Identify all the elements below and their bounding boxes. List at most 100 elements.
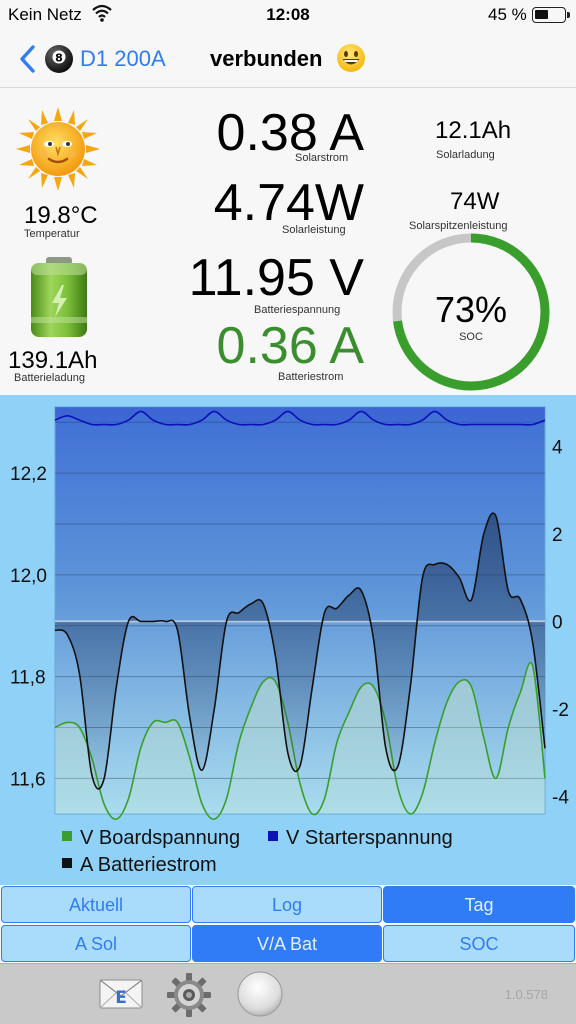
series-batteriestrom-point — [483, 533, 484, 534]
series-batteriestrom-point — [189, 717, 190, 718]
series-starterspannung-point — [483, 424, 484, 425]
view-selector: Aktuell Log Tag A Sol V/A Bat SOC — [0, 885, 576, 963]
tab-a-sol[interactable]: A Sol — [1, 925, 191, 962]
smiley-icon — [336, 43, 366, 78]
series-starterspannung-point — [532, 424, 533, 425]
battery-charge-value: 139.1Ah — [8, 347, 98, 374]
series-starterspannung-point — [471, 424, 472, 425]
series-batteriestrom-point — [348, 595, 349, 596]
series-starterspannung-point — [324, 424, 325, 425]
series-batteriestrom-point — [459, 577, 460, 578]
series-batteriestrom-point — [238, 612, 239, 613]
series-boardspannung-point — [544, 778, 545, 779]
soc-label: SOC — [459, 331, 483, 343]
series-starterspannung-point — [348, 420, 349, 421]
series-starterspannung-point — [446, 420, 447, 421]
left-tick-label: 11,8 — [10, 668, 46, 689]
series-batteriestrom-point — [361, 590, 362, 591]
series-batteriestrom-point — [201, 770, 202, 771]
settings-gear-icon[interactable] — [166, 972, 212, 1023]
device-name-link[interactable]: D1 200A — [80, 46, 166, 72]
battery-voltage-value: 11.95 V — [188, 249, 364, 307]
right-tick-label: 0 — [552, 612, 563, 633]
battery-percent: 45 % — [488, 5, 527, 24]
series-starterspannung-point — [116, 424, 117, 425]
series-boardspannung-point — [446, 701, 447, 702]
navigation-bar: 8 D1 200A verbunden — [0, 30, 576, 88]
right-tick-label: 2 — [552, 525, 563, 546]
series-starterspannung-point — [54, 420, 55, 421]
series-batteriestrom-point — [214, 708, 215, 709]
series-starterspannung-point — [152, 420, 153, 421]
series-boardspannung-point — [226, 798, 227, 799]
series-starterspannung-point — [226, 420, 227, 421]
series-batteriestrom-point — [79, 673, 80, 674]
series-batteriestrom-point — [544, 748, 545, 749]
battery-charge-label: Batterieladung — [14, 372, 85, 384]
app-screen: Kein Netz 12:08 45 % 8 D1 200A verbunden… — [0, 0, 576, 1024]
record-button-icon[interactable] — [236, 970, 284, 1023]
series-batteriestrom-point — [128, 621, 129, 622]
series-boardspannung-point — [263, 681, 264, 682]
series-boardspannung-point — [177, 722, 178, 723]
chart-svg: 12,2 12,0 11,8 11,6 4 2 0 -2 -4 V Boardspannung… — [10, 406, 569, 876]
right-tick-label: 4 — [552, 437, 563, 458]
solar-charge-label: Solarladung — [436, 149, 495, 161]
series-batteriestrom-point — [275, 656, 276, 657]
app-version: 1.0.578 — [504, 987, 548, 1002]
svg-text:E: E — [115, 988, 127, 1008]
battery-voltage-label: Batteriespannung — [254, 304, 341, 316]
series-boardspannung-point — [275, 681, 276, 682]
series-batteriestrom-point — [165, 621, 166, 622]
sun-icon — [16, 107, 100, 196]
series-starterspannung-point — [201, 420, 202, 421]
series-boardspannung-point — [67, 722, 68, 723]
series-boardspannung-point — [312, 813, 313, 814]
series-batteriestrom-point — [410, 686, 411, 687]
temperature-label: Temperatur — [24, 228, 80, 240]
series-starterspannung-point — [459, 424, 460, 425]
series-boardspannung-point — [54, 727, 55, 728]
battery-current-value: 0.36 A — [216, 317, 364, 375]
series-starterspannung-point — [67, 415, 68, 416]
connection-status-title: verbunden — [210, 46, 323, 71]
tab-log[interactable]: Log — [192, 886, 382, 923]
series-boardspannung-point — [471, 686, 472, 687]
back-button[interactable]: 8 D1 200A — [14, 42, 174, 76]
soc-value: 73% — [434, 289, 508, 330]
series-starterspannung-point — [361, 411, 362, 412]
series-boardspannung-point — [336, 742, 337, 743]
series-batteriestrom-point — [67, 634, 68, 635]
tab-soc[interactable]: SOC — [383, 925, 575, 962]
series-boardspannung-point — [483, 737, 484, 738]
series-boardspannung-point — [214, 818, 215, 819]
series-starterspannung-point — [165, 424, 166, 425]
tab-va-bat[interactable]: V/A Bat — [192, 925, 382, 962]
series-boardspannung-point — [361, 686, 362, 687]
tab-tag[interactable]: Tag — [383, 886, 575, 923]
legend-label-starterspannung: V Starterspannung — [286, 827, 453, 849]
series-boardspannung-point — [373, 686, 374, 687]
bottom-toolbar: E 1.0.578 — [0, 963, 576, 1024]
series-starterspannung-point — [287, 411, 288, 412]
series-batteriestrom-point — [226, 621, 227, 622]
series-starterspannung-point — [544, 420, 545, 421]
mail-icon[interactable]: E — [98, 976, 144, 1019]
series-starterspannung-point — [103, 424, 104, 425]
svg-text:8: 8 — [55, 52, 63, 65]
legend-label-batteriestrom: A Batteriestrom — [80, 854, 217, 876]
voltage-current-chart[interactable]: 12,2 12,0 11,8 11,6 4 2 0 -2 -4 V Boardspannung… — [0, 395, 576, 885]
tab-aktuell[interactable]: Aktuell — [1, 886, 191, 923]
series-batteriestrom-point — [434, 564, 435, 565]
series-starterspannung-point — [275, 420, 276, 421]
series-boardspannung-point — [165, 722, 166, 723]
series-starterspannung-point — [495, 424, 496, 425]
left-tick-label: 11,6 — [10, 769, 46, 790]
series-batteriestrom-point — [336, 608, 337, 609]
series-starterspannung-point — [434, 411, 435, 412]
series-starterspannung-point — [410, 424, 411, 425]
series-boardspannung-point — [520, 691, 521, 692]
series-batteriestrom-point — [508, 590, 509, 591]
series-batteriestrom-point — [287, 752, 288, 753]
series-boardspannung-point — [397, 788, 398, 789]
